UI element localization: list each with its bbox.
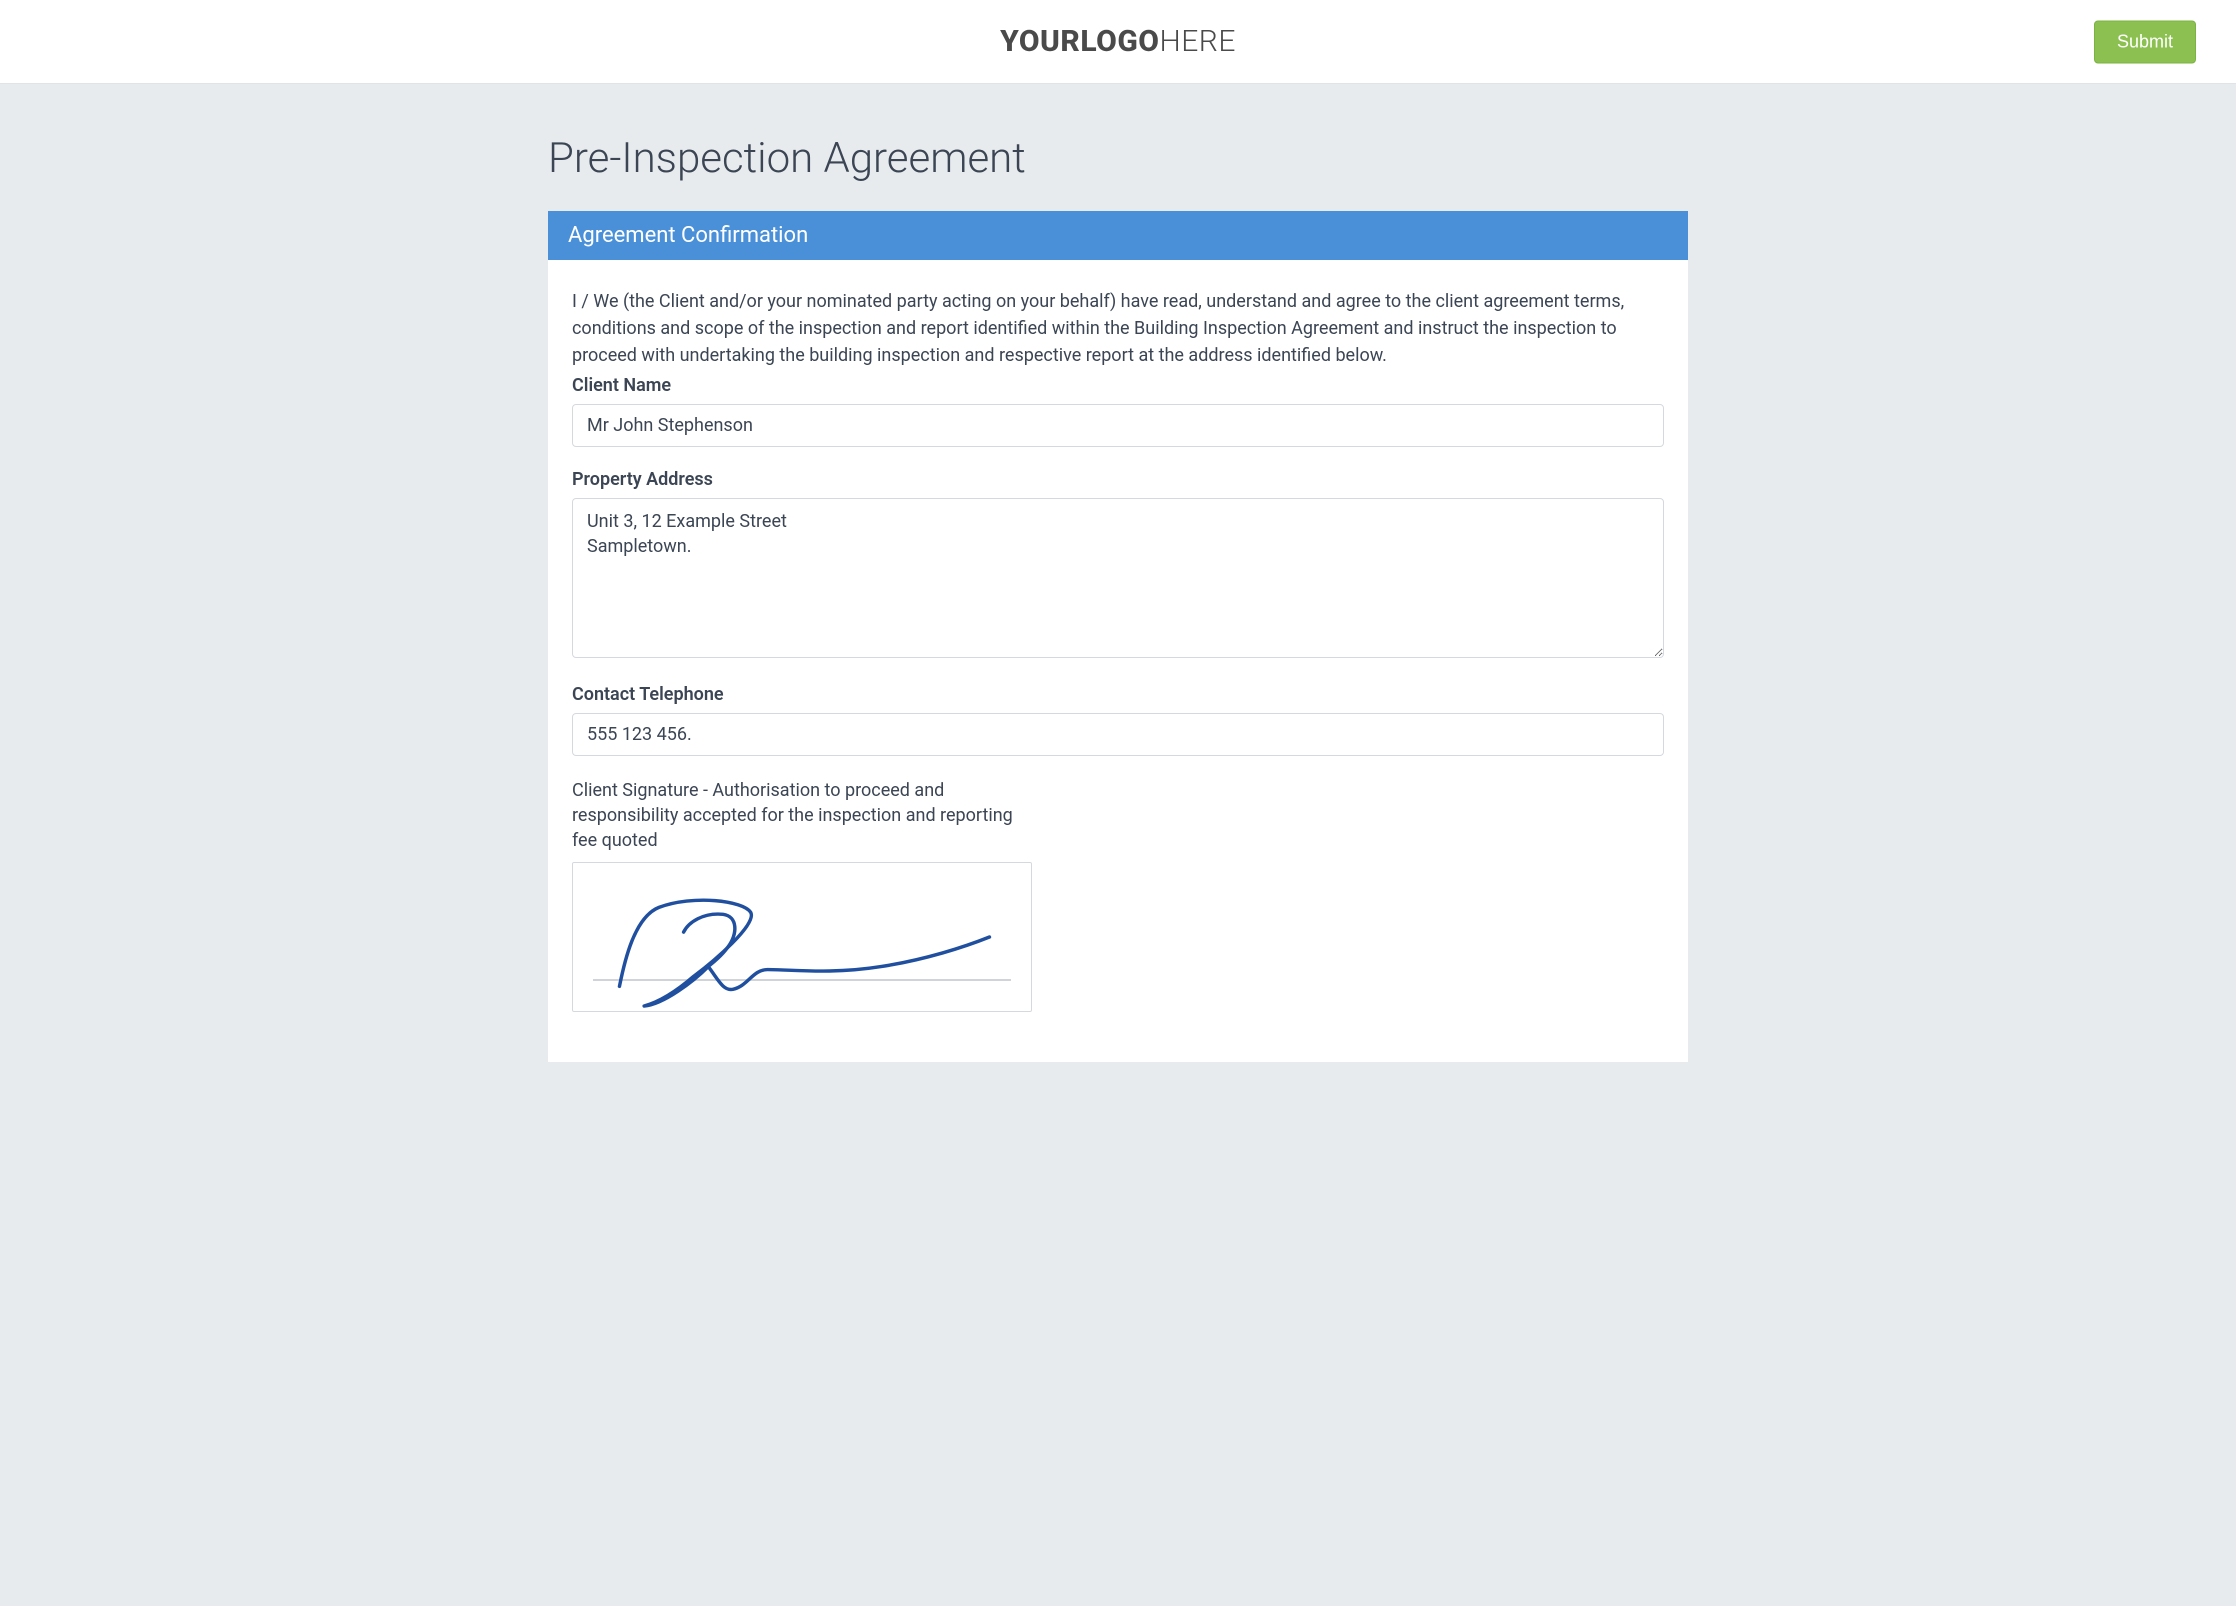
submit-button[interactable]: Submit <box>2094 20 2196 63</box>
contact-telephone-group: Contact Telephone <box>572 684 1664 756</box>
signature-label: Client Signature - Authorisation to proc… <box>572 778 1032 854</box>
panel-body: I / We (the Client and/or your nominated… <box>548 260 1688 1062</box>
property-address-group: Property Address <box>572 469 1664 662</box>
agreement-intro-text: I / We (the Client and/or your nominated… <box>572 288 1664 369</box>
main-container: Pre-Inspection Agreement Agreement Confi… <box>528 84 1708 1062</box>
contact-telephone-label: Contact Telephone <box>572 684 1664 705</box>
page-title: Pre-Inspection Agreement <box>548 134 1688 183</box>
logo: YOURLOGOHERE <box>1000 24 1236 59</box>
contact-telephone-input[interactable] <box>572 713 1664 756</box>
client-name-group: Client Name <box>572 375 1664 447</box>
property-address-input[interactable] <box>572 498 1664 658</box>
signature-group: Client Signature - Authorisation to proc… <box>572 778 1664 1012</box>
property-address-label: Property Address <box>572 469 1664 490</box>
client-name-input[interactable] <box>572 404 1664 447</box>
page-header: YOURLOGOHERE Submit <box>0 0 2236 84</box>
client-name-label: Client Name <box>572 375 1664 396</box>
logo-light: HERE <box>1159 24 1235 59</box>
agreement-panel: Agreement Confirmation I / We (the Clien… <box>548 211 1688 1062</box>
signature-pad[interactable] <box>572 862 1032 1012</box>
logo-bold: YOURLOGO <box>1000 24 1159 59</box>
signature-drawing <box>573 863 1031 1011</box>
panel-header: Agreement Confirmation <box>548 211 1688 260</box>
